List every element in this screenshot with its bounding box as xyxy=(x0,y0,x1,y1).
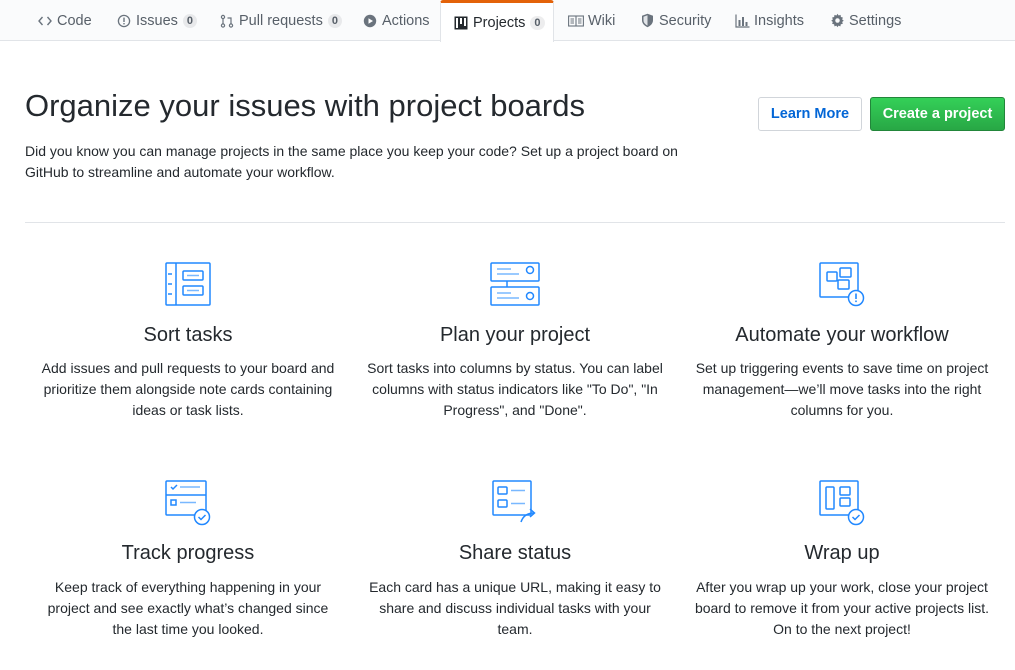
tab-projects[interactable]: Projects 0 xyxy=(440,0,554,42)
feature-text: Each card has a unique URL, making it ea… xyxy=(369,579,661,637)
tab-label: Actions xyxy=(382,12,430,29)
page-title: Organize your issues with project boards xyxy=(25,88,585,123)
tab-label: Wiki xyxy=(588,12,616,29)
tab-label: Security xyxy=(659,12,712,29)
tab-settings[interactable]: Settings xyxy=(829,0,901,41)
feature-text: After you wrap up your work, close your … xyxy=(694,579,990,637)
tab-security[interactable]: Security xyxy=(639,0,711,41)
tab-actions[interactable]: Actions xyxy=(362,0,430,41)
tab-label: Issues xyxy=(136,12,178,29)
book-icon xyxy=(568,13,584,29)
feature-title: Wrap up xyxy=(804,542,880,564)
feature-title: Track progress xyxy=(121,542,255,564)
graph-icon xyxy=(734,13,750,29)
gear-icon xyxy=(829,13,845,29)
plan-project-icon xyxy=(490,262,540,306)
issue-opened-icon xyxy=(116,13,132,29)
repo-tab-nav: Code Issues 0 Pull requests 0 Actions Pr… xyxy=(0,0,1015,42)
section-divider xyxy=(25,222,1005,223)
tab-issues[interactable]: Issues 0 xyxy=(116,0,198,41)
play-icon xyxy=(362,13,378,29)
git-pull-request-icon xyxy=(219,13,235,29)
feature-text: Add issues and pull requests to your boa… xyxy=(41,360,335,418)
feature-title: Share status xyxy=(458,542,572,564)
tab-pull-requests[interactable]: Pull requests 0 xyxy=(219,0,342,41)
tab-label: Insights xyxy=(754,12,804,29)
share-status-icon xyxy=(492,480,536,523)
create-project-button[interactable]: Create a project xyxy=(870,97,1005,131)
feature-title: Sort tasks xyxy=(143,324,233,346)
code-icon xyxy=(37,13,53,29)
page-description: Did you know you can manage projects in … xyxy=(25,143,678,180)
tab-label: Code xyxy=(57,12,92,29)
learn-more-button[interactable]: Learn More xyxy=(758,97,862,131)
shield-icon xyxy=(639,13,655,29)
issues-counter: 0 xyxy=(182,13,198,28)
feature-title: Automate your workflow xyxy=(735,324,949,346)
tab-label: Pull requests xyxy=(239,12,323,29)
projects-counter: 0 xyxy=(530,15,545,30)
feature-text: Sort tasks into columns by status. You c… xyxy=(367,360,663,418)
feature-text: Set up triggering events to save time on… xyxy=(695,360,989,418)
wrap-up-icon xyxy=(819,480,865,526)
automate-workflow-icon xyxy=(819,262,865,307)
tab-code[interactable]: Code xyxy=(37,0,92,41)
tab-insights[interactable]: Insights xyxy=(734,0,804,41)
sort-tasks-icon xyxy=(165,262,211,306)
feature-text: Keep track of everything happening in yo… xyxy=(47,579,329,637)
pull-requests-counter: 0 xyxy=(327,13,342,28)
project-icon xyxy=(453,15,469,31)
tab-wiki[interactable]: Wiki xyxy=(568,0,615,41)
tab-label: Settings xyxy=(849,12,902,29)
tab-label: Projects xyxy=(473,14,526,31)
feature-title: Plan your project xyxy=(439,324,591,346)
track-progress-icon xyxy=(165,480,211,526)
